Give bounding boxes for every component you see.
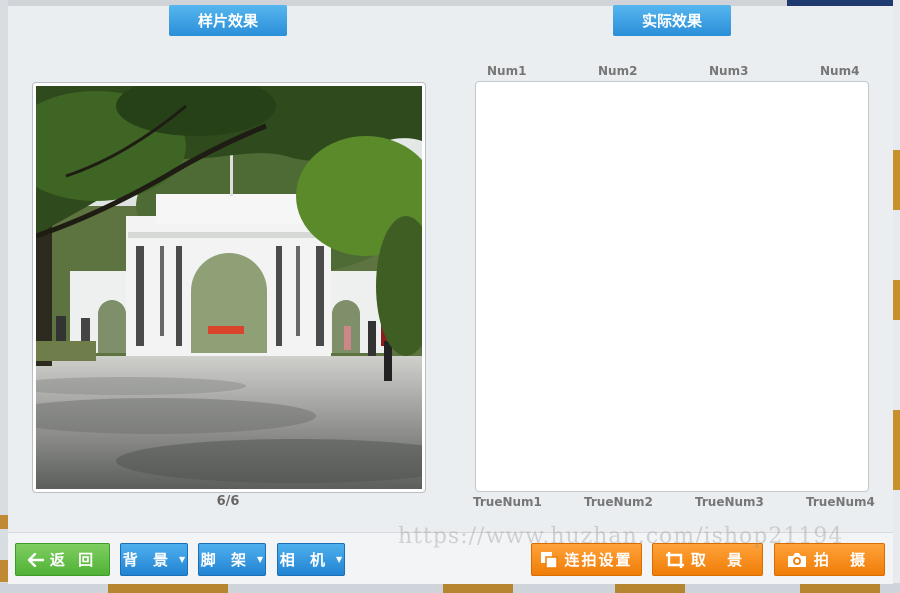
background-button[interactable]: 背 景 ▼	[120, 543, 188, 576]
num-label: Num2	[598, 64, 638, 78]
background-thumbnail	[893, 150, 900, 210]
background-thumbnail	[893, 280, 900, 320]
truenum-label: TrueNum1	[473, 495, 542, 509]
background-thumbnail	[0, 515, 8, 529]
camera-button[interactable]: 相 机 ▼	[277, 543, 345, 576]
camera-icon	[787, 552, 806, 567]
background-button-label: 背 景	[122, 551, 174, 569]
background-desktop-right	[893, 0, 900, 593]
sample-photo-frame	[32, 82, 426, 493]
chevron-down-icon: ▼	[179, 555, 186, 564]
framing-button[interactable]: 取 景	[652, 543, 763, 576]
back-button-label: 返 回	[49, 551, 98, 569]
shoot-button[interactable]: 拍 摄	[774, 543, 885, 576]
background-thumbnail	[108, 583, 228, 593]
background-desktop-bottom	[0, 583, 900, 593]
background-thumbnail	[0, 560, 8, 582]
num-label: Num4	[820, 64, 860, 78]
bottom-toolbar: 返 回 背 景 ▼ 脚 架 ▼ 相 机 ▼ 连拍设置 取 景 拍 摄	[8, 532, 893, 584]
truenum-label: TrueNum3	[695, 495, 764, 509]
background-thumbnail	[800, 583, 880, 593]
sample-effect-tab[interactable]: 样片效果	[169, 5, 287, 36]
camera-button-label: 相 机	[279, 551, 331, 569]
copy-icon	[541, 551, 559, 569]
crop-icon	[665, 551, 684, 568]
background-thumbnail	[443, 583, 513, 593]
back-button[interactable]: 返 回	[15, 543, 110, 576]
tripod-button-label: 脚 架	[200, 551, 252, 569]
truenum-label: TrueNum4	[806, 495, 875, 509]
num-label: Num3	[709, 64, 749, 78]
background-thumbnail	[615, 583, 685, 593]
actual-effect-tab[interactable]: 实际效果	[613, 5, 731, 36]
background-desktop-left	[0, 0, 8, 593]
framing-label: 取 景	[690, 551, 751, 569]
arrow-left-icon	[27, 552, 44, 567]
truenum-label: TrueNum2	[584, 495, 653, 509]
num-label: Num1	[487, 64, 527, 78]
background-thumbnail	[893, 410, 900, 490]
chevron-down-icon: ▼	[257, 555, 264, 564]
sample-photo[interactable]	[36, 86, 422, 489]
page-counter: 6/6	[216, 494, 240, 509]
shoot-label: 拍 摄	[813, 551, 874, 569]
actual-effect-panel[interactable]	[475, 81, 869, 492]
tripod-button[interactable]: 脚 架 ▼	[198, 543, 266, 576]
burst-settings-button[interactable]: 连拍设置	[531, 543, 642, 576]
camera-app-window: 样片效果 实际效果 6/6 Num1 Num2 Num3 Num4 TrueNu…	[8, 5, 893, 584]
chevron-down-icon: ▼	[336, 555, 343, 564]
burst-settings-label: 连拍设置	[564, 551, 633, 569]
